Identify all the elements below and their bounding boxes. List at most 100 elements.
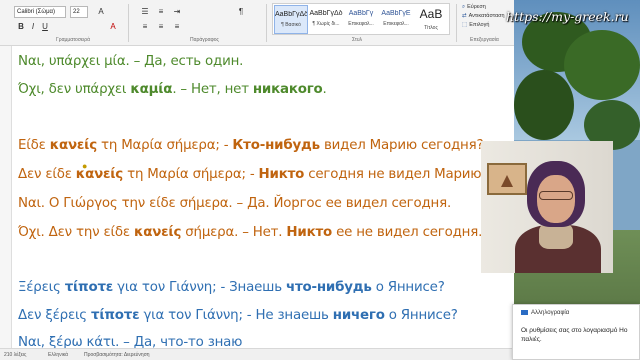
status-bar: 210 λέξεις Ελληνικά Προσβασιμότητα: Διερ… [0,348,514,360]
group-divider [128,4,129,42]
document-line[interactable]: Δεν είδε κανείς τη Μαρία σήμερα; - Никто… [18,167,488,182]
mail-notification[interactable]: Αλληλογραφία Οι ρυθμίσεις σας στο λογαρι… [512,304,640,360]
text-run: Ναι. Ο Γιώργος την είδε σήμερα. – Да. Йо… [18,196,452,211]
select-button[interactable]: ⬚ Επιλογή [462,21,505,30]
style-sample: AaB [419,7,443,21]
bold-run: Никто [286,225,333,240]
font-name-select[interactable]: Calibri (Σώμα) [14,6,66,18]
text-run: видел Марию сегодня? [319,138,484,153]
select-label: Επιλογή [469,22,490,28]
numbering-icon[interactable]: ≡ [156,7,166,17]
bold-run: никакого [252,82,323,97]
text-run: Ναι, υπάρχει μία. – Да, есть один. [18,54,244,69]
grow-font-icon[interactable]: A [96,7,106,17]
boat-shape [501,175,513,187]
text-run: ее не видел сегодня. [332,225,483,240]
style-heading-1[interactable]: AaBbΓγ Επικεφαλ... [344,5,378,34]
bold-run: κανείς [49,138,97,153]
document-line[interactable]: Ναι. Ο Γιώργος την είδε σήμερα. – Да. Йо… [18,196,451,211]
text-run: о Яннисе? [384,308,458,323]
bold-run: Кто-нибудь [232,138,320,153]
document-line[interactable]: Ναι, υπάρχει μία. – Да, есть один. [18,54,243,69]
style-normal[interactable]: AaBbΓγΔδ ¶ Βασικό [274,5,308,34]
style-name: Επικεφαλ... [383,21,409,27]
underline-button[interactable]: U [40,22,50,32]
style-name: ¶ Χωρίς δι... [312,21,340,27]
site-watermark: https://my-greek.ru [506,9,629,24]
text-run: сегодня не видел Марию? [304,167,489,182]
mouse-cursor-icon: ● [82,161,88,171]
wall-painting [487,163,527,195]
select-icon: ⬚ [462,22,468,28]
style-name: ¶ Βασικό [281,22,301,28]
style-heading-2[interactable]: AaBbΓγΕ Επικεφαλ... [379,5,413,34]
notification-app-name: Αλληλογραφία [531,310,570,317]
bullets-icon[interactable]: ☰ [140,7,150,17]
paragraph-group-label: Παράγραφος [190,37,219,43]
style-sample: AaBbΓγ [348,10,374,17]
style-name: Τίτλος [424,25,438,31]
text-run: . – Нет, нет [172,82,253,97]
document-line[interactable]: Είδε κανείς τη Μαρία σήμερα; - Кто-нибуд… [18,138,484,153]
notification-header: Αλληλογραφία [521,310,569,316]
find-button[interactable]: ⌕ Εύρεση [462,3,505,12]
notification-message: Οι ρυθμίσεις σας στο λογαριασμό Ho παλιέ… [521,327,628,343]
text-run: о Яннисе? [371,280,445,295]
style-no-spacing[interactable]: AaBbΓγΔδ ¶ Χωρίς δι... [309,5,343,34]
text-run: Όχι. Δεν την είδε [18,225,134,240]
word-count[interactable]: 210 λέξεις [4,352,26,358]
bold-button[interactable]: B [16,22,26,32]
document-line[interactable]: Δεν ξέρεις τίποτε για τον Γιάννη; - Не з… [18,308,458,323]
italic-button[interactable]: I [28,22,38,32]
show-marks-icon[interactable]: ¶ [236,7,246,17]
text-run: τη Μαρία σήμερα; - [96,138,233,153]
style-sample: AaBbΓγΔδ [309,10,343,17]
document-line[interactable]: Όχι. Δεν την είδε κανείς σήμερα. – Нет. … [18,225,482,240]
presenter-glasses [539,191,573,200]
font-size-select[interactable]: 22 [70,6,88,18]
text-run: τη Μαρία σήμερα; - [123,167,259,182]
align-left-icon[interactable]: ≡ [140,22,150,32]
font-group-label: Γραμματοσειρά [56,37,90,43]
styles-gallery: AaBbΓγΔδ ¶ Βασικό AaBbΓγΔδ ¶ Χωρίς δι...… [272,3,450,35]
replace-button[interactable]: ⇄ Αντικατάσταση [462,12,505,21]
style-title[interactable]: AaB Τίτλος [414,5,448,34]
search-icon: ⌕ [462,4,466,10]
webcam-video [481,141,613,273]
text-run: Είδε [18,138,50,153]
find-label: Εύρεση [467,4,486,10]
style-sample: AaBbΓγΕ [381,10,411,17]
bold-run: Никто [258,167,305,182]
indent-icon[interactable]: ⇥ [172,7,182,17]
style-sample: AaBbΓγΔδ [275,11,307,18]
editing-group-label: Επεξεργασία [470,37,499,43]
tree-canopy [564,30,640,100]
text-run: Δεν είδε [18,167,76,182]
align-center-icon[interactable]: ≡ [156,22,166,32]
document-line[interactable]: Ξέρεις τίποτε για τον Γιάννη; - Знаешь ч… [18,280,445,295]
document-line[interactable]: Όχι, δεν υπάρχει καμία. – Нет, нет никак… [18,82,327,97]
group-divider [456,4,457,42]
accessibility-status[interactable]: Προσβασιμότητα: Διερεύνηση [84,352,150,358]
align-right-icon[interactable]: ≡ [172,22,182,32]
bold-run: ничего [332,308,385,323]
bold-run: τίποτε [91,308,140,323]
replace-label: Αντικατάσταση [468,13,505,19]
language-indicator[interactable]: Ελληνικά [48,352,68,358]
mail-icon [521,310,528,315]
replace-icon: ⇄ [462,13,467,19]
text-run: . [322,82,327,97]
text-run: Όχι, δεν υπάρχει [18,82,131,97]
text-run: για τον Γιάννη; - Знаешь [113,280,286,295]
font-color-icon[interactable]: A [108,22,118,32]
style-name: Επικεφαλ... [348,21,374,27]
text-run: σήμερα. – Нет. [181,225,287,240]
document-page[interactable]: Ναι, υπάρχει μία. – Да, есть один. Όχι, … [12,46,514,350]
bold-run: κανείς [133,225,182,240]
tree-canopy [514,70,574,140]
text-run: για τον Γιάννη; - Не знаешь [139,308,333,323]
styles-group-label: Στυλ [352,37,363,43]
ribbon: Calibri (Σώμα) 22 B I U A A Γραμματοσειρ… [0,0,514,46]
text-run: Ξέρεις [18,280,65,295]
editing-group: ⌕ Εύρεση ⇄ Αντικατάσταση ⬚ Επιλογή [462,3,505,30]
